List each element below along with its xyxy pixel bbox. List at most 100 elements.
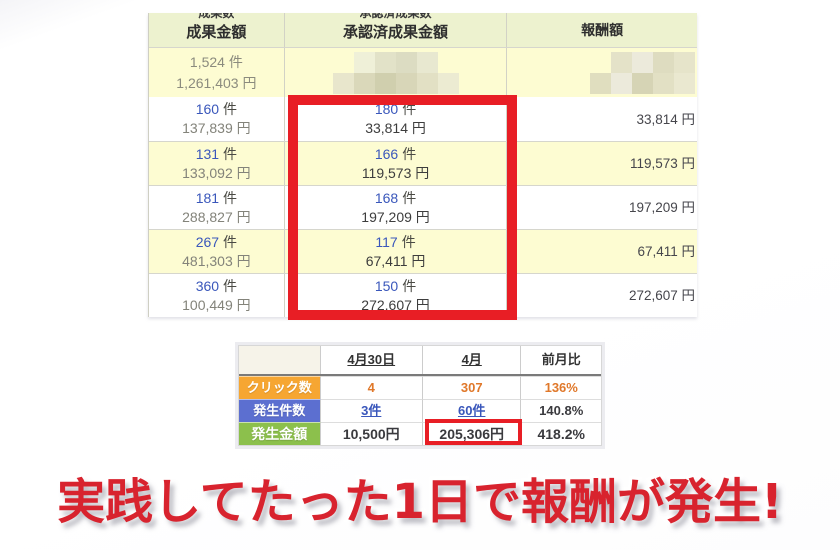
redacted-pixel <box>374 51 396 73</box>
summary-value: 418.2% <box>537 426 585 442</box>
redacted-pixel <box>437 72 459 94</box>
redacted-pixel <box>590 72 611 94</box>
summary-header-mom-label: 前月比 <box>541 352 581 367</box>
summary-row-label: 発生件数 <box>239 399 321 422</box>
results-amount: 481,303 円 <box>182 252 251 269</box>
approved-count-link[interactable]: 166 <box>375 146 398 162</box>
redacted-pixel <box>353 72 375 94</box>
results-cell: 267 件 481,303 円 <box>149 230 285 273</box>
redacted-pixel <box>333 52 354 73</box>
table-row: 131 件 133,092 円 166 件 119,573 円 119,573 円 <box>149 141 697 185</box>
approved-cell: 180 件 33,814 円 <box>285 97 508 141</box>
redacted-pixel <box>611 51 632 73</box>
redacted-pixel <box>674 51 695 73</box>
summary-value: 4 <box>367 380 375 395</box>
results-count-link[interactable]: 160 <box>196 101 219 117</box>
results-count-link[interactable]: 360 <box>196 278 219 294</box>
total-amount: 1,261,403 円 <box>176 74 257 91</box>
approved-amount: 33,814 円 <box>365 120 426 136</box>
header-approved-count-label: 承認済成果数 <box>359 13 432 20</box>
header-results-count-label: 成果数 <box>198 13 235 20</box>
redacted-pixel <box>590 52 611 73</box>
count-unit: 件 <box>223 145 238 162</box>
results-amount: 137,839 円 <box>182 120 251 136</box>
redacted-pixel <box>395 72 417 94</box>
redacted-pixel <box>395 51 417 73</box>
headline-text: 実践してたった1日で報酬が発生! <box>54 471 787 534</box>
header-approved-amount-label: 承認済成果金額 <box>343 24 449 41</box>
results-cell: 181 件 288,827 円 <box>149 186 285 229</box>
count-unit: 件 <box>223 101 238 117</box>
reward-cell: 272,607 円 <box>507 274 697 317</box>
count-unit: 件 <box>223 277 238 294</box>
redacted-pixel <box>611 72 632 94</box>
results-count-link[interactable]: 131 <box>196 146 219 162</box>
summary-row: 発生金額 10,500円 205,306円 418.2% <box>239 422 601 445</box>
approved-count-link[interactable]: 150 <box>375 278 398 294</box>
redacted-pixel <box>653 72 674 94</box>
count-unit: 件 <box>401 233 416 250</box>
redacted-pixel <box>653 51 674 73</box>
summary-row-label: クリック数 <box>239 376 321 399</box>
summary-header-day-link[interactable]: 4月30日 <box>347 352 395 367</box>
summary-value: 10,500円 <box>342 426 400 442</box>
results-count-link[interactable]: 181 <box>196 190 219 206</box>
results-count-link[interactable]: 267 <box>196 234 219 250</box>
approved-count-link[interactable]: 180 <box>375 101 398 117</box>
page: 成果数 成果金額 承認済成果数 承認済成果金額 報酬額 1,524 件 1,26… <box>0 0 840 550</box>
reward-amount: 197,209 円 <box>628 200 695 215</box>
count-unit: 件 <box>402 277 417 294</box>
summary-value-cell: 3件 <box>320 399 423 422</box>
header-reward: 報酬額 <box>507 13 697 47</box>
results-amount: 100,449 円 <box>182 296 251 313</box>
summary-value-cell: 418.2% <box>521 422 601 445</box>
reward-cell: 67,411 円 <box>507 230 697 273</box>
reward-cell: 33,814 円 <box>507 97 697 141</box>
approved-count-link[interactable]: 168 <box>375 190 398 206</box>
approved-amount: 119,573 円 <box>361 164 430 181</box>
redacted-pixel <box>332 72 354 94</box>
count-unit: 件 <box>402 101 417 117</box>
redacted-reward-total <box>590 51 695 94</box>
report-data-rows: 160 件 137,839 円 180 件 33,814 円 33,814 円 131 件 133… <box>149 97 697 317</box>
summary-value: 307 <box>460 380 483 395</box>
table-row: 160 件 137,839 円 180 件 33,814 円 33,814 円 <box>149 97 697 141</box>
redacted-pixel <box>674 72 695 94</box>
count-unit: 件 <box>223 189 238 206</box>
count-unit: 件 <box>402 189 417 206</box>
approved-cell: 168 件 197,209 円 <box>285 186 508 229</box>
report-totals-row: 1,524 件 1,261,403 円 <box>149 47 697 97</box>
header-results-amount-label: 成果金額 <box>186 24 247 41</box>
reward-amount: 33,814 円 <box>636 111 695 127</box>
count-unit: 件 <box>402 145 417 162</box>
results-amount: 133,092 円 <box>182 164 251 181</box>
summary-value-link[interactable]: 60件 <box>458 403 485 418</box>
summary-value: 205,306円 <box>439 426 505 442</box>
summary-value-cell: 307 <box>422 376 522 399</box>
redacted-pixel <box>438 52 459 73</box>
reward-amount: 67,411 円 <box>637 244 695 259</box>
summary-value-cell: 136% <box>521 376 601 399</box>
summary-data-rows: クリック数 4 307 136% 発生件数 3件 60件 140.8% 発生金額 10,500円 2… <box>239 376 601 445</box>
results-cell: 131 件 133,092 円 <box>149 142 285 185</box>
table-row: 267 件 481,303 円 117 件 67,411 円 67,411 円 <box>149 229 697 273</box>
header-results: 成果数 成果金額 <box>149 13 285 47</box>
summary-value-cell: 10,500円 <box>320 422 423 445</box>
redacted-pixel <box>353 51 375 73</box>
earnings-report-table: 成果数 成果金額 承認済成果数 承認済成果金額 報酬額 1,524 件 1,26… <box>148 13 697 317</box>
count-unit: 件 <box>223 233 238 250</box>
summary-header-month-link[interactable]: 4月 <box>462 352 482 367</box>
redacted-pixel <box>632 51 653 73</box>
reward-amount: 119,573 円 <box>629 156 695 171</box>
summary-row: 発生件数 3件 60件 140.8% <box>239 399 601 422</box>
summary-value-cell: 205,306円 <box>422 422 522 445</box>
approved-cell: 117 件 67,411 円 <box>285 230 508 273</box>
header-approved: 承認済成果数 承認済成果金額 <box>285 13 508 47</box>
approved-count-link[interactable]: 117 <box>375 234 397 250</box>
total-count: 1,524 件 <box>189 53 243 70</box>
summary-value-link[interactable]: 3件 <box>361 403 381 418</box>
table-row: 181 件 288,827 円 168 件 197,209 円 197,209 円 <box>149 185 697 229</box>
summary-row: クリック数 4 307 136% <box>239 376 601 399</box>
summary-value-cell: 140.8% <box>521 399 601 422</box>
redacted-pixel <box>632 72 653 94</box>
